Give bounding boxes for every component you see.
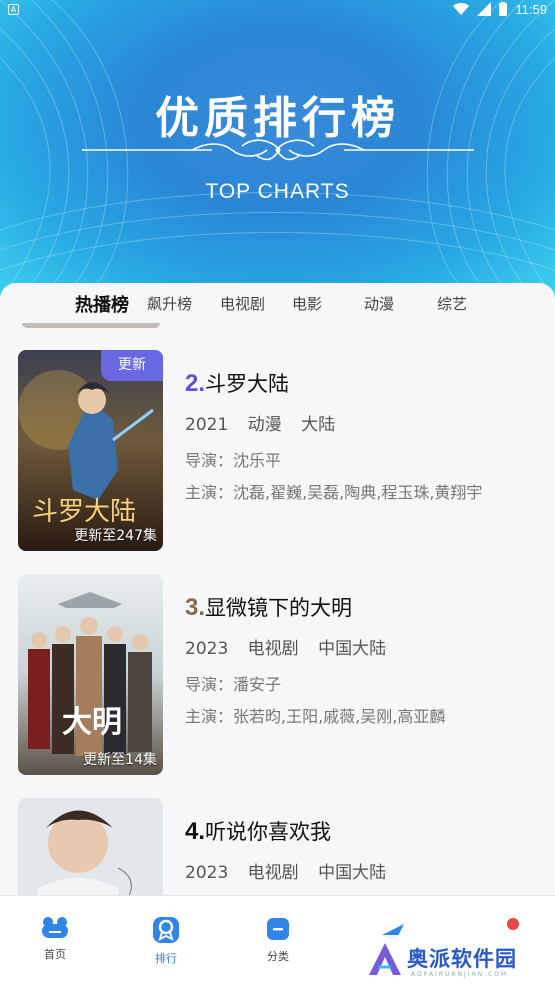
wifi-icon	[453, 3, 470, 15]
hero-subtitle: TOP CHARTS	[205, 180, 350, 203]
nav-label: 首页	[44, 948, 66, 961]
notification-dot-icon	[507, 918, 519, 930]
hero-title: 优质排行榜	[155, 93, 400, 144]
tab-tv-series[interactable]: 电视剧	[220, 293, 265, 314]
nav-category[interactable]: 分类	[248, 916, 308, 964]
rank-number: 3.	[185, 594, 206, 621]
item-type: 电视剧	[247, 863, 299, 883]
nav-home[interactable]: 首页	[25, 916, 85, 962]
previous-poster-edge	[22, 323, 160, 328]
item-year: 2023	[185, 639, 229, 659]
item-year: 2023	[185, 863, 229, 883]
category-tabs: 热播榜 飙升榜 电视剧 电影 动漫 综艺	[0, 283, 555, 325]
ornament-divider	[82, 139, 474, 161]
poster-image[interactable]	[18, 798, 163, 895]
site-watermark: 奥派软件园 AOPAIRUANJIAN.COM	[355, 935, 555, 985]
item-meta: 2023 电视剧 中国大陆	[185, 858, 394, 883]
update-badge: 更新	[101, 350, 163, 381]
list-item[interactable]: 4.听说你喜欢我 2023 电视剧 中国大陆	[0, 798, 555, 895]
list-item[interactable]: 斗罗大陆 更新 更新至247集 2.斗罗大陆 2021 动漫 大陆 导演：沈乐平…	[0, 350, 555, 552]
hero-banner: A 11:59 优质排行榜 TOP CHARTS	[0, 0, 555, 300]
battery-icon	[499, 2, 508, 16]
watermark-logo-icon	[369, 943, 401, 975]
item-name: 显微镜下的大明	[205, 596, 353, 620]
category-icon	[267, 918, 289, 940]
item-region: 中国大陆	[318, 639, 387, 659]
item-cast: 主演：张若昀,王阳,戚薇,吴刚,高亚麟	[185, 707, 446, 726]
nav-label: 分类	[267, 950, 289, 963]
item-director: 导演：沈乐平	[185, 451, 282, 470]
home-icon	[42, 917, 68, 938]
item-year: 2021	[185, 415, 229, 435]
poster-title-art: 斗罗大陆	[32, 497, 136, 527]
tab-movie[interactable]: 电影	[292, 293, 322, 314]
tab-rising[interactable]: 飙升榜	[147, 293, 192, 314]
poster-title-art: 大明	[62, 705, 122, 740]
item-title[interactable]: 3.显微镜下的大明	[185, 592, 352, 622]
episode-count: 更新至247集	[74, 528, 157, 544]
nav-label: 排行	[155, 952, 177, 965]
item-type: 动漫	[247, 415, 282, 435]
tab-variety[interactable]: 综艺	[437, 293, 467, 314]
item-meta: 2023 电视剧 中国大陆	[185, 634, 394, 659]
item-title[interactable]: 4.听说你喜欢我	[185, 816, 331, 846]
poster-image[interactable]: 大明 更新至14集	[18, 574, 163, 775]
item-name: 听说你喜欢我	[205, 820, 332, 844]
ranking-card: 热播榜 飙升榜 电视剧 电影 动漫 综艺 斗罗大陆 更新 更新至247集 2.斗…	[0, 283, 555, 895]
poster-image[interactable]: 斗罗大陆 更新 更新至247集	[18, 350, 163, 551]
episode-count: 更新至14集	[83, 752, 157, 768]
signal-icon	[477, 2, 492, 16]
list-item[interactable]: 大明 更新至14集 3.显微镜下的大明 2023 电视剧 中国大陆 导演：潘安子…	[0, 574, 555, 776]
item-type: 电视剧	[247, 639, 299, 659]
poster-artwork	[18, 798, 163, 895]
item-cast: 主演：沈磊,翟巍,吴磊,陶典,程玉珠,黄翔宇	[185, 483, 483, 502]
item-director: 导演：潘安子	[185, 675, 282, 694]
rank-number: 2.	[185, 370, 206, 397]
tab-hot[interactable]: 热播榜	[75, 291, 129, 317]
watermark-url: AOPAIRUANJIAN.COM	[411, 971, 509, 978]
item-region: 大陆	[301, 415, 336, 435]
app-notification-icon: A	[8, 3, 19, 15]
item-meta: 2021 动漫 大陆	[185, 410, 343, 435]
item-region: 中国大陆	[318, 863, 387, 883]
tab-anime[interactable]: 动漫	[364, 293, 394, 314]
status-time: 11:59	[515, 1, 547, 17]
watermark-text: 奥派软件园	[407, 947, 517, 971]
rank-number: 4.	[185, 818, 206, 845]
poster-artwork: 大明	[18, 574, 163, 775]
ranking-icon	[153, 917, 179, 943]
item-title[interactable]: 2.斗罗大陆	[185, 368, 289, 398]
nav-ranking[interactable]: 排行	[136, 916, 196, 966]
status-bar: A 11:59	[0, 0, 555, 18]
item-name: 斗罗大陆	[205, 372, 290, 396]
